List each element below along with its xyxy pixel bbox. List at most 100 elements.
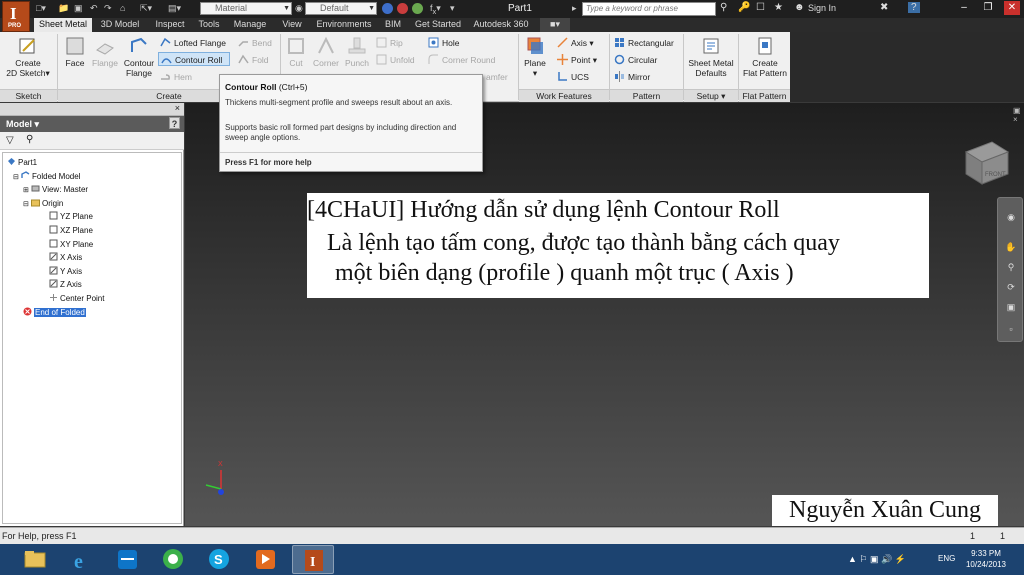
tab-tools[interactable]: Tools xyxy=(194,18,224,32)
rip-button[interactable]: Rip xyxy=(376,36,403,50)
skype-icon[interactable]: S xyxy=(198,545,240,574)
panel-label-pattern[interactable]: Pattern xyxy=(610,89,683,102)
panel-label-flat-pattern[interactable]: Flat Pattern xyxy=(739,89,790,102)
tree-node-origin[interactable]: ⊟ Origin xyxy=(23,198,63,210)
tree-node-xz-plane[interactable]: XZ Plane xyxy=(49,225,93,237)
tab-inspect[interactable]: Inspect xyxy=(150,18,190,32)
pan-icon[interactable]: ✋ xyxy=(1005,242,1017,254)
tree-node-y-axis[interactable]: Y Axis xyxy=(49,266,82,278)
tree-node-end-of-folded[interactable]: End of Folded xyxy=(23,307,86,319)
plane-button[interactable]: Plane ▾ xyxy=(521,36,549,78)
internet-explorer-icon[interactable]: e xyxy=(60,545,102,574)
panel-label-setup[interactable]: Setup ▾ xyxy=(684,89,738,102)
orbit-icon[interactable]: ⟳ xyxy=(1005,282,1017,294)
look-at-icon[interactable]: ▣ xyxy=(1005,302,1017,314)
lofted-flange-button[interactable]: Lofted Flange xyxy=(160,36,226,50)
binoculars-icon[interactable]: ⚲ xyxy=(720,2,727,13)
chamfer-button[interactable]: amfer xyxy=(486,70,508,84)
circular-pattern-button[interactable]: Circular xyxy=(614,53,657,67)
open-folder-icon[interactable]: 📁 xyxy=(58,3,69,15)
ribbon-minimize-icon[interactable]: ■▾ xyxy=(540,18,570,32)
media-player-icon[interactable] xyxy=(244,545,286,574)
close-button[interactable]: ✕ xyxy=(1004,1,1020,15)
material-combo[interactable]: Material ▼ xyxy=(200,2,292,15)
zoom-icon[interactable]: ⚲ xyxy=(1005,262,1017,274)
viewcube[interactable]: FRONT xyxy=(962,138,1012,188)
tab-3d-model[interactable]: 3D Model xyxy=(94,18,146,32)
minimize-button[interactable]: – xyxy=(956,1,972,15)
contour-roll-button[interactable]: Contour Roll xyxy=(158,52,230,66)
help-icon[interactable]: ? xyxy=(908,2,920,13)
tab-bim[interactable]: BIM xyxy=(381,18,405,32)
select-icon[interactable]: ⇱▾ xyxy=(140,3,152,15)
parameters-icon[interactable] xyxy=(412,3,423,14)
axis-button[interactable]: Axis ▾ xyxy=(557,36,594,50)
save-icon[interactable]: ▣ xyxy=(74,3,83,15)
fold-button[interactable]: Fold xyxy=(238,53,269,67)
sheet-metal-defaults-button[interactable]: Sheet Metal Defaults xyxy=(686,36,736,78)
expander-icon[interactable]: ⊟ xyxy=(13,172,21,184)
flange-button[interactable]: Flange xyxy=(90,36,120,68)
tree-node-view-master[interactable]: ⊞ View: Master xyxy=(23,184,88,196)
undo-icon[interactable]: ↶ xyxy=(90,3,98,15)
update-icon[interactable]: ▤▾ xyxy=(168,3,181,15)
mirror-button[interactable]: Mirror xyxy=(614,70,650,84)
sign-in-link[interactable]: Sign In xyxy=(808,3,836,13)
tree-node-x-axis[interactable]: X Axis xyxy=(49,252,82,264)
bend-button[interactable]: Bend xyxy=(238,36,272,50)
expander-icon[interactable]: ⊞ xyxy=(23,185,31,197)
create-2d-sketch-button[interactable]: Create 2D Sketch▾ xyxy=(6,36,50,78)
redo-icon[interactable]: ↷ xyxy=(104,3,112,15)
navbar-options-icon[interactable]: ▫ xyxy=(1005,324,1017,336)
tab-view[interactable]: View xyxy=(278,18,306,32)
customize-icon[interactable]: ▾ xyxy=(450,3,455,15)
search-input[interactable]: Type a keyword or phrase xyxy=(582,2,716,16)
tree-node-folded-model[interactable]: ⊟ Folded Model xyxy=(13,170,80,184)
steering-wheel-icon[interactable]: ◉ xyxy=(1005,212,1017,224)
expander-icon[interactable]: ⊟ xyxy=(23,199,31,211)
exchange-apps-icon[interactable]: ✖ xyxy=(880,2,888,13)
restore-button[interactable]: ❐ xyxy=(980,1,996,15)
contour-flange-button[interactable]: Contour Flange xyxy=(121,36,157,78)
teamviewer-icon[interactable] xyxy=(106,545,148,574)
find-icon[interactable]: ⚲ xyxy=(26,134,33,145)
hem-button[interactable]: Hem xyxy=(160,70,192,84)
panel-label-work-features[interactable]: Work Features xyxy=(519,89,609,102)
info-center-icon[interactable]: ▸ xyxy=(572,3,577,15)
ucs-button[interactable]: UCS xyxy=(557,70,589,84)
tab-environments[interactable]: Environments xyxy=(312,18,376,32)
viewport-controls-icon[interactable]: ▣ × xyxy=(1013,106,1024,124)
point-button[interactable]: Point ▾ xyxy=(557,53,597,67)
cut-button[interactable]: Cut xyxy=(284,36,308,68)
tab-sheet-metal[interactable]: Sheet Metal xyxy=(34,18,92,32)
browser-title-bar[interactable]: Model ▾ ? xyxy=(0,116,184,132)
system-tray[interactable]: ▲ ⚐ ▣ 🔊 ⚡ xyxy=(848,554,906,565)
panel-label-sketch[interactable]: Sketch xyxy=(0,89,57,102)
application-menu-button[interactable]: I PRO xyxy=(2,1,30,32)
tree-node-yz-plane[interactable]: YZ Plane xyxy=(49,211,93,223)
tab-manage[interactable]: Manage xyxy=(230,18,270,32)
corner-button[interactable]: Corner xyxy=(311,36,341,68)
tree-node-z-axis[interactable]: Z Axis xyxy=(49,279,82,291)
tree-node-xy-plane[interactable]: XY Plane xyxy=(49,239,93,251)
unfold-button[interactable]: Unfold xyxy=(376,53,415,67)
clear-appearance-icon[interactable] xyxy=(382,3,393,14)
coccoc-icon[interactable] xyxy=(152,545,194,574)
clock[interactable]: 9:33 PM 10/24/2013 xyxy=(963,548,1009,570)
tree-node-part1[interactable]: Part1 xyxy=(7,157,37,169)
fx-icon[interactable]: fx▾ xyxy=(430,3,441,16)
inventor-icon[interactable]: I xyxy=(292,545,334,574)
file-explorer-icon[interactable] xyxy=(14,545,56,574)
filter-icon[interactable]: ▽ xyxy=(6,135,14,146)
favorites-icon[interactable]: ★ xyxy=(774,2,783,13)
home-icon[interactable]: ⌂ xyxy=(120,3,125,15)
language-indicator[interactable]: ENG xyxy=(938,554,955,563)
face-button[interactable]: Face xyxy=(61,36,89,68)
communication-icon[interactable]: ☐ xyxy=(756,2,765,13)
adjust-appearance-icon[interactable] xyxy=(397,3,408,14)
corner-round-button[interactable]: Corner Round xyxy=(428,53,495,67)
tab-get-started[interactable]: Get Started xyxy=(411,18,465,32)
subscription-icon[interactable]: 🔑 xyxy=(738,2,750,13)
browser-help-icon[interactable]: ? xyxy=(169,117,180,129)
tab-autodesk-360[interactable]: Autodesk 360 xyxy=(470,18,532,32)
